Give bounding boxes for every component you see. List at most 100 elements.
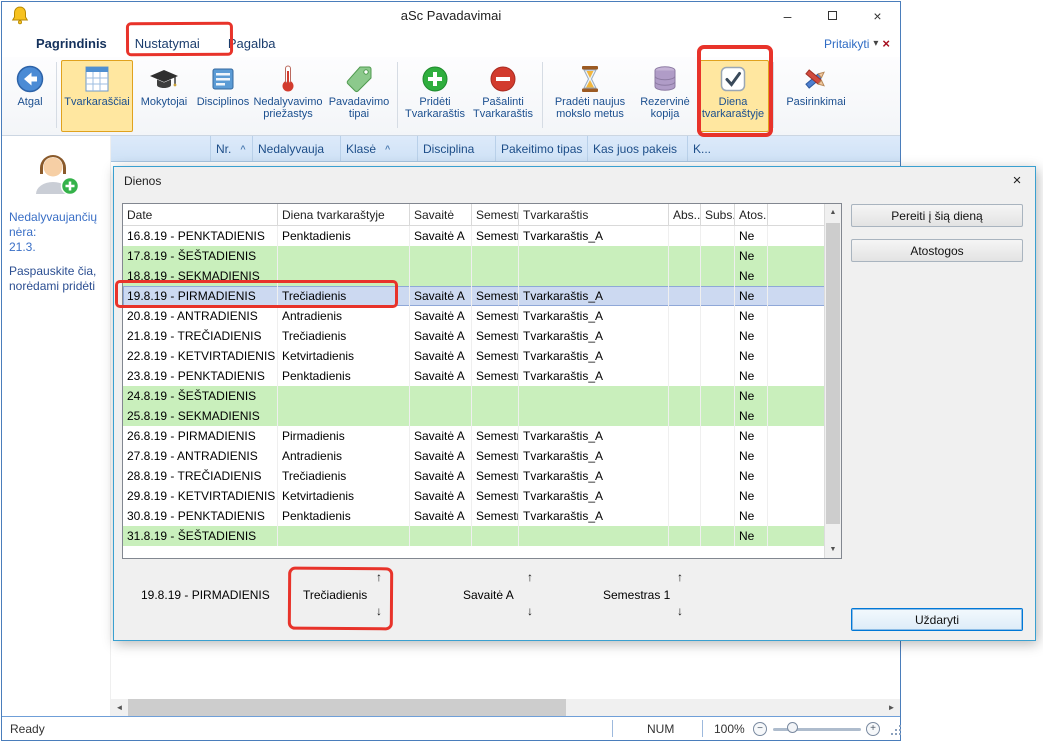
column-header-disciplina[interactable]: Disciplina	[418, 136, 496, 161]
ribbon-separator	[542, 62, 543, 128]
cell-filler	[768, 386, 826, 406]
cell-semester: Semestr...	[472, 366, 519, 386]
table-row[interactable]: 25.8.19 - SEKMADIENIS Ne	[123, 406, 826, 426]
holidays-button[interactable]: Atostogos	[851, 239, 1023, 262]
ribbon-button-tvarkarasciai[interactable]: Tvarkaraščiai	[61, 60, 133, 132]
column-header-atos[interactable]: Atos...	[735, 204, 768, 225]
table-row[interactable]: 29.8.19 - KETVIRTADIENIS Ketvirtadienis …	[123, 486, 826, 506]
cell-week	[410, 526, 472, 546]
column-header-date[interactable]: Date	[123, 204, 278, 225]
tab-pagalba[interactable]: Pagalba	[214, 31, 290, 56]
column-header-semestras[interactable]: Semestras	[472, 204, 519, 225]
scroll-down-icon[interactable]: ▼	[825, 541, 841, 558]
ribbon-button-pradeti-naujus-mokslo-metus[interactable]: Pradėti naujus mokslo metus	[547, 60, 633, 132]
cell-day-in-timetable	[278, 266, 410, 286]
ribbon-button-nedalyvavimo-priezastys[interactable]: Nedalyvavimo priežastys	[251, 60, 325, 132]
table-row[interactable]: 19.8.19 - PIRMADIENIS Trečiadienis Savai…	[123, 286, 826, 306]
ribbon-button-diena-tvarkarastyje[interactable]: Diena tvarkaraštyje	[697, 60, 769, 132]
column-header-klase[interactable]: Klasė^	[341, 136, 418, 161]
tab-nustatymai[interactable]: Nustatymai	[121, 31, 214, 56]
cell-semester: Semestr...	[472, 446, 519, 466]
day-spin-down-button[interactable]: ↓	[371, 604, 387, 619]
ribbon-button-atgal[interactable]: Atgal	[8, 60, 52, 132]
table-row[interactable]: 28.8.19 - TREČIADIENIS Trečiadienis Sava…	[123, 466, 826, 486]
add-absent-person-icon[interactable]	[26, 148, 82, 196]
cell-semester	[472, 526, 519, 546]
ribbon-button-pasalinti-tvarkarasti[interactable]: Pašalinti Tvarkaraštis	[468, 60, 538, 132]
cell-atos: Ne	[735, 426, 768, 446]
scroll-left-icon[interactable]: ◄	[111, 699, 128, 716]
table-row[interactable]: 31.8.19 - ŠEŠTADIENIS Ne	[123, 526, 826, 546]
ribbon-button-pasirinkimai[interactable]: Pasirinkimai	[778, 60, 854, 132]
vertical-scrollbar[interactable]: ▲ ▼	[824, 204, 841, 558]
close-ribbon-icon[interactable]: ×	[882, 36, 890, 51]
cell-week: Savaitė A	[410, 466, 472, 486]
cell-semester: Semestr...	[472, 506, 519, 526]
column-header-abs[interactable]: Abs...	[669, 204, 701, 225]
scroll-right-icon[interactable]: ►	[883, 699, 900, 716]
column-header-subs[interactable]: Subs...	[701, 204, 735, 225]
sort-asc-icon: ^	[385, 144, 390, 154]
goto-day-button[interactable]: Pereiti į šią dieną	[851, 204, 1023, 227]
table-row[interactable]: 26.8.19 - PIRMADIENIS Pirmadienis Savait…	[123, 426, 826, 446]
scrollbar-track[interactable]	[566, 699, 883, 716]
scroll-up-icon[interactable]: ▲	[825, 204, 841, 221]
column-header-pakeitimo-tipas[interactable]: Pakeitimo tipas	[496, 136, 588, 161]
cell-filler	[768, 446, 826, 466]
column-header-nr[interactable]: Nr.^	[211, 136, 253, 161]
cell-subs	[701, 226, 735, 246]
column-header-tvarkarastis[interactable]: Tvarkaraštis	[519, 204, 669, 225]
maximize-button[interactable]	[810, 2, 855, 29]
semester-spin-down-button[interactable]: ↓	[672, 604, 688, 619]
cell-semester: Semestr...	[472, 486, 519, 506]
cell-abs	[669, 286, 701, 306]
tag-icon	[343, 63, 375, 95]
cell-subs	[701, 466, 735, 486]
customize-menu[interactable]: Pritaikyti ▾ ×	[824, 36, 890, 51]
close-dialog-button[interactable]: Uždaryti	[851, 608, 1023, 631]
ribbon-button-rezervine-kopija[interactable]: Rezervinė kopija	[633, 60, 697, 132]
scrollbar-thumb[interactable]	[128, 699, 566, 716]
ribbon-button-pavadavimo-tipai[interactable]: Pavadavimo tipai	[325, 60, 393, 132]
zoom-out-button[interactable]: −	[753, 722, 767, 736]
column-header-kas-juos-pakeis[interactable]: Kas juos pakeis	[588, 136, 688, 161]
hourglass-icon	[574, 63, 606, 95]
column-header-diena-tvarkarastyje[interactable]: Diena tvarkaraštyje	[278, 204, 410, 225]
semester-spin-up-button[interactable]: ↑	[672, 570, 688, 585]
table-row[interactable]: 22.8.19 - KETVIRTADIENIS Ketvirtadienis …	[123, 346, 826, 366]
ribbon-button-mokytojai[interactable]: Mokytojai	[133, 60, 195, 132]
table-row[interactable]: 24.8.19 - ŠEŠTADIENIS Ne	[123, 386, 826, 406]
table-row[interactable]: 30.8.19 - PENKTADIENIS Penktadienis Sava…	[123, 506, 826, 526]
zoom-slider-handle[interactable]	[787, 722, 798, 733]
column-header-k[interactable]: K...	[688, 136, 900, 161]
close-button[interactable]: ×	[855, 2, 900, 29]
table-row[interactable]: 16.8.19 - PENKTADIENIS Penktadienis Sava…	[123, 226, 826, 246]
minimize-button[interactable]: –	[765, 2, 810, 29]
cell-week: Savaitė A	[410, 346, 472, 366]
add-absence-hint[interactable]: Paspauskite čia, norėdami pridėti	[9, 264, 107, 294]
ribbon-button-disciplinos[interactable]: Disciplinos	[195, 60, 251, 132]
table-row[interactable]: 18.8.19 - SEKMADIENIS Ne	[123, 266, 826, 286]
scrollbar-track[interactable]	[825, 221, 841, 541]
week-spin-up-button[interactable]: ↑	[522, 570, 538, 585]
week-spin-down-button[interactable]: ↓	[522, 604, 538, 619]
column-header-savaite[interactable]: Savaitė	[410, 204, 472, 225]
day-spin-up-button[interactable]: ↑	[371, 570, 387, 585]
table-row[interactable]: 20.8.19 - ANTRADIENIS Antradienis Savait…	[123, 306, 826, 326]
dialog-close-button[interactable]: ×	[1007, 171, 1027, 191]
table-row[interactable]: 27.8.19 - ANTRADIENIS Antradienis Savait…	[123, 446, 826, 466]
table-row[interactable]: 21.8.19 - TREČIADIENIS Trečiadienis Sava…	[123, 326, 826, 346]
cell-abs	[669, 526, 701, 546]
plus-icon	[419, 63, 451, 95]
scrollbar-thumb[interactable]	[826, 223, 840, 524]
table-row[interactable]: 23.8.19 - PENKTADIENIS Penktadienis Sava…	[123, 366, 826, 386]
cell-semester: Semestr...	[472, 226, 519, 246]
zoom-in-button[interactable]: +	[866, 722, 880, 736]
ribbon-button-prideti-tvarkarasti[interactable]: Pridėti Tvarkaraštis	[402, 60, 468, 132]
column-header-nedalyvauja[interactable]: Nedalyvauja	[253, 136, 341, 161]
table-row[interactable]: 17.8.19 - ŠEŠTADIENIS Ne	[123, 246, 826, 266]
tab-pagrindinis[interactable]: Pagrindinis	[22, 31, 121, 56]
horizontal-scrollbar[interactable]: ◄ ►	[111, 699, 900, 716]
cell-day-in-timetable	[278, 526, 410, 546]
resize-grip[interactable]	[891, 733, 893, 735]
